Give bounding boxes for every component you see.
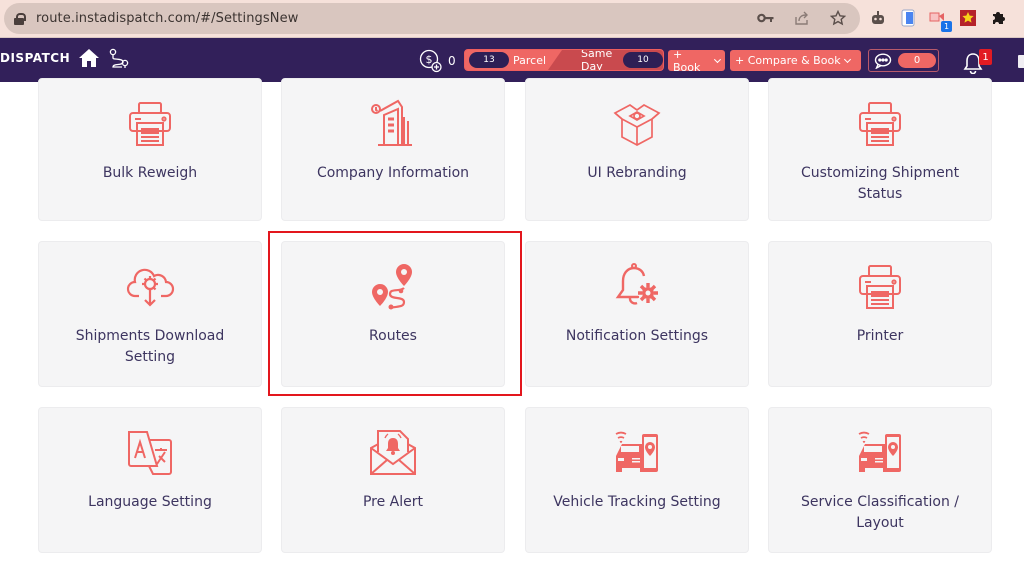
browser-toolbar: route.instadispatch.com/#/SettingsNew 1 xyxy=(0,0,1024,38)
settings-card-notification-settings[interactable]: Notification Settings xyxy=(525,241,749,387)
compare-book-label: + Compare & Book xyxy=(735,54,841,67)
book-button[interactable]: + Book xyxy=(668,47,725,74)
printer-icon xyxy=(859,265,901,309)
lock-icon[interactable] xyxy=(14,12,26,25)
cloud-download-gear-icon xyxy=(126,268,175,307)
settings-card-company-information[interactable]: Company Information xyxy=(281,78,505,221)
star-icon[interactable] xyxy=(828,8,848,28)
printer-icon xyxy=(859,102,901,146)
settings-card-customizing-shipment-status[interactable]: Customizing Shipment Status xyxy=(768,78,992,221)
star-extension-icon[interactable] xyxy=(958,8,978,28)
settings-card-label: Notification Settings xyxy=(565,328,709,344)
dollar-add-icon: $ xyxy=(419,49,442,73)
settings-card-label: Customizing Shipment Status xyxy=(800,165,960,202)
settings-card-label: Company Information xyxy=(316,165,470,181)
wallet-balance[interactable]: $ 0 xyxy=(419,49,456,73)
settings-card-routes[interactable]: Routes xyxy=(281,241,505,387)
home-icon[interactable] xyxy=(78,48,100,68)
car-tracking-icon xyxy=(858,431,901,472)
settings-card-vehicle-tracking-setting[interactable]: Vehicle Tracking Setting xyxy=(525,407,749,553)
settings-card-label: Language Setting xyxy=(88,494,212,510)
notification-badge: 1 xyxy=(979,49,992,65)
puzzle-extension-icon[interactable] xyxy=(988,8,1008,28)
envelope-bell-icon xyxy=(370,430,416,475)
settings-card-service-classification-layout[interactable]: Service Classification / Layout xyxy=(768,407,992,553)
chevron-down-icon xyxy=(714,55,722,63)
key-icon[interactable] xyxy=(756,8,776,28)
settings-card-label: Routes xyxy=(369,328,417,344)
svg-text:$: $ xyxy=(426,53,433,66)
settings-card-ui-rebranding[interactable]: UI Rebranding xyxy=(525,78,749,221)
same-day-count[interactable]: 10 xyxy=(623,52,663,68)
building-icon xyxy=(371,99,412,146)
settings-card-bulk-reweigh[interactable]: Bulk Reweigh xyxy=(38,78,262,221)
box-gear-icon xyxy=(613,104,661,146)
chat-bubble-icon xyxy=(874,52,892,69)
wallet-amount: 0 xyxy=(448,54,456,68)
bell-gear-icon xyxy=(615,263,658,305)
settings-card-language-setting[interactable]: Language Setting xyxy=(38,407,262,553)
chat-count: 0 xyxy=(898,53,936,68)
route-icon[interactable] xyxy=(108,48,130,70)
chevron-down-icon xyxy=(843,55,851,63)
share-icon[interactable] xyxy=(792,8,812,28)
translate-icon xyxy=(128,431,172,475)
shipment-counter-group: 13 Parcel Same Day 10 xyxy=(464,49,664,71)
url-text[interactable]: route.instadispatch.com/#/SettingsNew xyxy=(36,11,298,26)
extension-badge: 1 xyxy=(941,21,952,32)
parcel-label[interactable]: Parcel xyxy=(513,54,546,67)
settings-card-label: Vehicle Tracking Setting xyxy=(553,494,721,510)
profile-icon[interactable] xyxy=(1018,55,1024,68)
settings-card-printer[interactable]: Printer xyxy=(768,241,992,387)
video-extension-icon[interactable]: 1 xyxy=(928,8,952,32)
book-label: + Book xyxy=(673,47,701,74)
printer-icon xyxy=(129,102,171,146)
compare-book-button[interactable]: + Compare & Book xyxy=(730,50,861,71)
settings-card-label: Bulk Reweigh xyxy=(102,165,198,181)
parcel-count[interactable]: 13 xyxy=(469,52,509,68)
same-day-label[interactable]: Same Day xyxy=(581,50,620,70)
phone-extension-icon[interactable] xyxy=(898,8,918,28)
settings-card-label: Pre Alert xyxy=(362,494,424,510)
robot-extension-icon[interactable] xyxy=(868,8,888,28)
settings-card-label: UI Rebranding xyxy=(587,165,687,181)
settings-card-label: Service Classification / Layout xyxy=(801,494,959,531)
app-navbar: DISPATCH $ 0 13 Parcel Same Day 10 + Boo… xyxy=(0,38,1024,82)
address-bar[interactable]: route.instadispatch.com/#/SettingsNew xyxy=(4,3,860,34)
route-pins-icon xyxy=(372,264,412,310)
settings-card-shipments-download-setting[interactable]: Shipments Download Setting xyxy=(38,241,262,387)
brand-logo[interactable]: DISPATCH xyxy=(0,51,70,65)
settings-card-label: Shipments Download Setting xyxy=(75,328,225,365)
car-tracking-icon xyxy=(615,431,658,472)
settings-card-pre-alert[interactable]: Pre Alert xyxy=(281,407,505,553)
chat-button[interactable]: 0 xyxy=(868,49,939,72)
settings-card-label: Printer xyxy=(856,328,904,344)
